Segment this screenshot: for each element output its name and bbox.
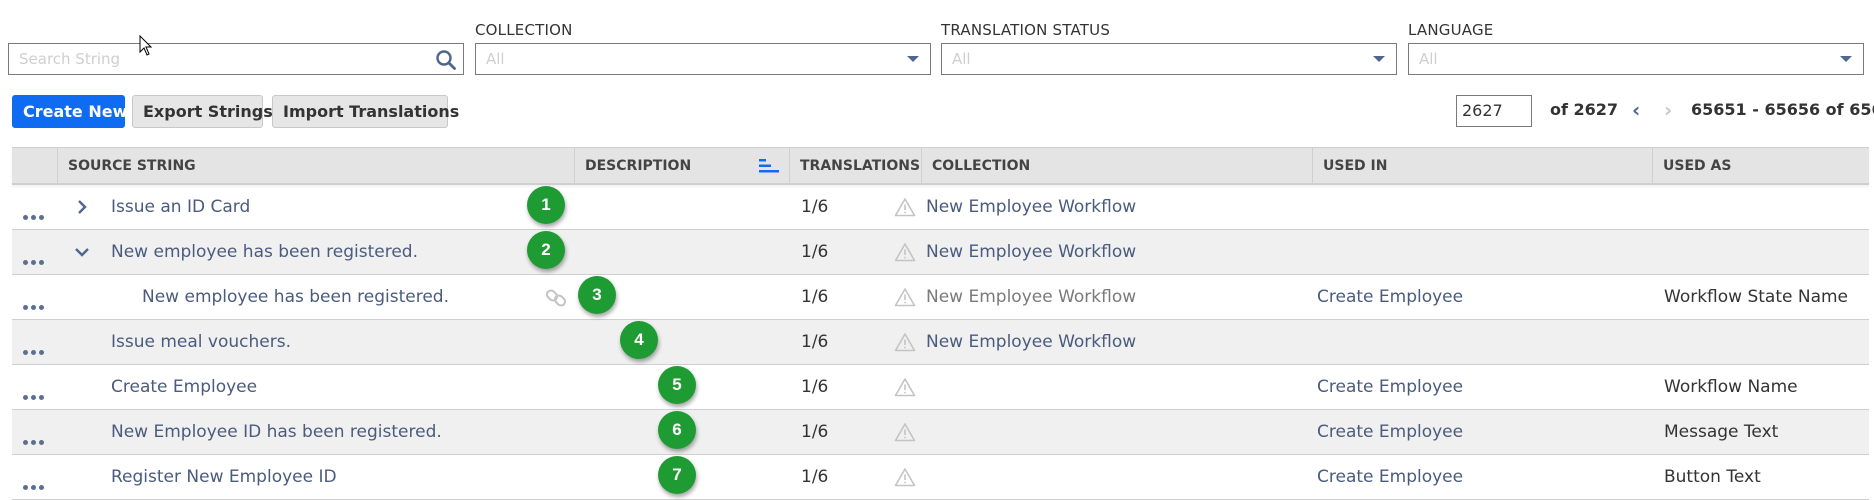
chevron-right-icon[interactable] <box>74 185 90 229</box>
search-input[interactable]: Search String <box>8 43 464 75</box>
row-actions-menu-icon[interactable] <box>23 250 47 269</box>
language-filter-label: LANGUAGE <box>1408 21 1494 39</box>
column-header-actions <box>12 148 57 184</box>
column-header-source-string[interactable]: SOURCE STRING <box>57 148 574 184</box>
table-body: Issue an ID Card 1/6 New Employee Workflow… <box>12 185 1869 500</box>
source-string-link[interactable]: New employee has been registered. <box>142 275 449 319</box>
source-string-link[interactable]: New Employee ID has been registered. <box>111 410 442 454</box>
warning-icon <box>894 468 916 487</box>
table-row[interactable]: New employee has been registered. 1/6 New … <box>12 230 1869 275</box>
sort-icon[interactable] <box>759 159 779 173</box>
source-string-link[interactable]: Issue meal vouchers. <box>111 320 291 364</box>
chevron-down-icon <box>1373 56 1385 62</box>
table-header: SOURCE STRING DESCRIPTION TRANSLATIONS C… <box>12 147 1869 185</box>
chevron-down-icon <box>907 56 919 62</box>
translations-count: 1/6 <box>801 197 829 217</box>
mouse-cursor-icon <box>139 35 153 56</box>
used-as-value: Workflow Name <box>1664 377 1798 397</box>
link-icon[interactable] <box>545 287 567 309</box>
column-header-collection[interactable]: COLLECTION <box>921 148 1312 184</box>
row-actions-menu-icon[interactable] <box>23 430 47 449</box>
collection-link[interactable]: New Employee Workflow <box>926 320 1136 364</box>
warning-icon <box>894 288 916 307</box>
column-header-used-in[interactable]: USED IN <box>1312 148 1652 184</box>
translations-count: 1/6 <box>801 287 829 307</box>
table-row[interactable]: Issue an ID Card 1/6 New Employee Workflow <box>12 185 1869 230</box>
translations-count: 1/6 <box>801 377 829 397</box>
translation-status-filter-label: TRANSLATION STATUS <box>941 21 1111 39</box>
column-header-description-label: DESCRIPTION <box>585 158 692 174</box>
strings-table: SOURCE STRING DESCRIPTION TRANSLATIONS C… <box>12 147 1869 500</box>
translations-count: 1/6 <box>801 332 829 352</box>
annotation-badge: 3 <box>578 276 616 314</box>
language-select-value: All <box>1419 50 1438 68</box>
search-placeholder: Search String <box>19 50 121 68</box>
collection-select-value: All <box>486 50 505 68</box>
annotation-badge: 4 <box>620 321 658 359</box>
used-as-value: Workflow State Name <box>1664 287 1849 307</box>
warning-icon <box>894 423 916 442</box>
table-row[interactable]: New employee has been registered. 1/6 New … <box>12 275 1869 320</box>
page-number-input[interactable]: 2627 <box>1456 95 1532 127</box>
used-in-link[interactable]: Create Employee <box>1317 275 1463 319</box>
import-translations-button[interactable]: Import Translations <box>272 95 459 128</box>
annotation-badge: 1 <box>527 186 565 224</box>
warning-icon <box>894 378 916 397</box>
collection-select[interactable]: All <box>475 43 931 75</box>
table-row[interactable]: Create Employee 1/6 Create Employee Workflo… <box>12 365 1869 410</box>
column-header-used-as[interactable]: USED AS <box>1652 148 1869 184</box>
warning-icon <box>894 198 916 217</box>
row-actions-menu-icon[interactable] <box>23 475 47 494</box>
chevron-down-icon[interactable] <box>74 230 90 274</box>
column-header-description[interactable]: DESCRIPTION <box>574 148 789 184</box>
used-as-value: Button Text <box>1664 467 1761 487</box>
record-range: 65651 - 65656 of 65656 <box>1691 100 1874 119</box>
collection-filter-label: COLLECTION <box>475 21 573 39</box>
annotation-badge: 6 <box>658 411 696 449</box>
translations-count: 1/6 <box>801 422 829 442</box>
row-actions-menu-icon[interactable] <box>23 385 47 404</box>
used-in-link[interactable]: Create Employee <box>1317 365 1463 409</box>
translation-status-select-value: All <box>952 50 971 68</box>
export-strings-button[interactable]: Export Strings <box>132 95 273 128</box>
collection-link[interactable]: New Employee Workflow <box>926 230 1136 274</box>
used-as-value: Message Text <box>1664 422 1779 442</box>
row-actions-menu-icon[interactable] <box>23 340 47 359</box>
row-actions-menu-icon[interactable] <box>23 205 47 224</box>
table-row[interactable]: Issue meal vouchers. 1/6 New Employee Work… <box>12 320 1869 365</box>
used-in-link[interactable]: Create Employee <box>1317 410 1463 454</box>
annotation-badge: 5 <box>658 366 696 404</box>
row-actions-menu-icon[interactable] <box>23 295 47 314</box>
table-row[interactable]: New Employee ID has been registered. 1/6 C… <box>12 410 1869 455</box>
column-header-translations[interactable]: TRANSLATIONS <box>789 148 921 184</box>
source-string-link[interactable]: Issue an ID Card <box>111 185 250 229</box>
used-in-link[interactable]: Create Employee <box>1317 455 1463 499</box>
warning-icon <box>894 333 916 352</box>
annotation-badge: 2 <box>527 231 565 269</box>
page-count: of 2627 <box>1550 100 1619 119</box>
previous-page-icon[interactable]: ‹ <box>1632 98 1640 122</box>
create-new-button[interactable]: Create New <box>12 95 127 128</box>
chevron-down-icon <box>1840 56 1852 62</box>
table-row[interactable]: Register New Employee ID 1/6 Create Employ… <box>12 455 1869 500</box>
annotation-badge: 7 <box>658 456 696 494</box>
next-page-icon[interactable]: › <box>1664 98 1672 122</box>
search-icon[interactable] <box>435 49 457 71</box>
source-string-link[interactable]: Register New Employee ID <box>111 455 337 499</box>
source-string-link[interactable]: Create Employee <box>111 365 257 409</box>
translation-status-select[interactable]: All <box>941 43 1397 75</box>
collection-link[interactable]: New Employee Workflow <box>926 275 1136 319</box>
translations-count: 1/6 <box>801 467 829 487</box>
source-string-link[interactable]: New employee has been registered. <box>111 230 418 274</box>
warning-icon <box>894 243 916 262</box>
language-select[interactable]: All <box>1408 43 1864 75</box>
collection-link[interactable]: New Employee Workflow <box>926 185 1136 229</box>
translations-count: 1/6 <box>801 242 829 262</box>
